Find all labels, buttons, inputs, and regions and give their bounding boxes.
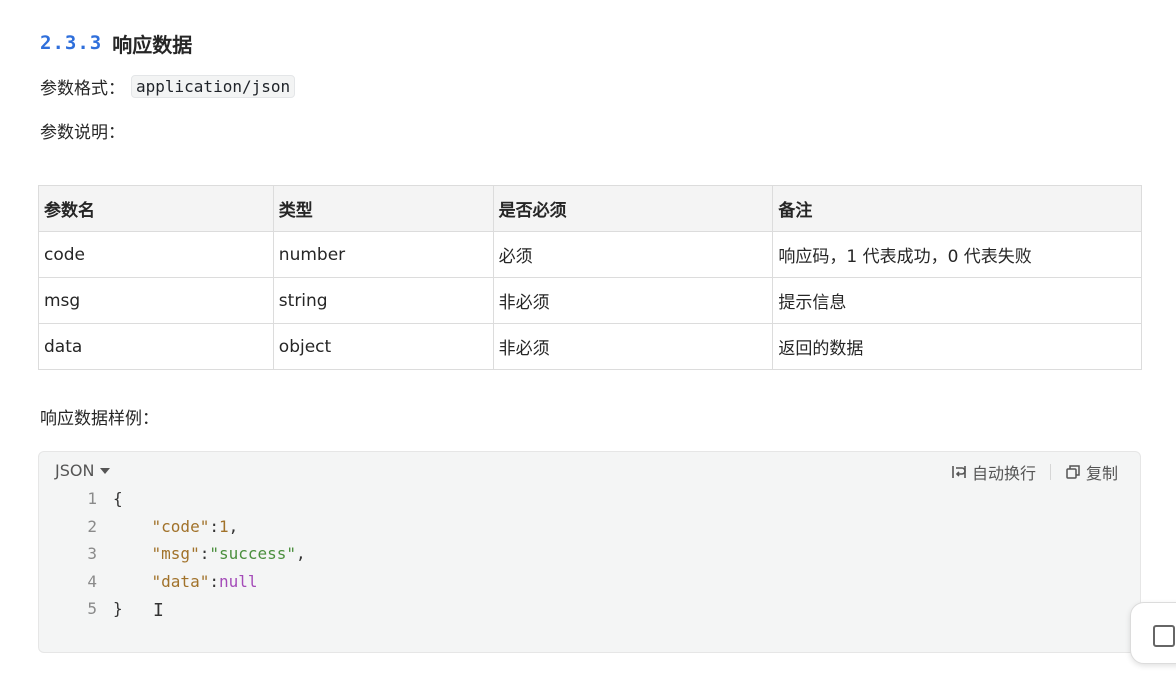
text-cursor-icon: I <box>153 600 164 621</box>
json-key: "msg" <box>151 544 200 564</box>
header-name: 参数名 <box>38 185 274 232</box>
json-value: null <box>218 571 258 591</box>
code-line: 1 { <box>39 485 306 513</box>
code-actions: 自动换行 复制 <box>943 460 1126 484</box>
language-label: JSON <box>55 461 95 480</box>
json-key: "data" <box>151 571 210 591</box>
cell: 提示信息 <box>772 277 1142 324</box>
format-label: 参数格式： <box>40 78 125 99</box>
cell: number <box>272 231 494 278</box>
json-key: "code" <box>151 516 210 536</box>
caret-down-icon <box>100 467 111 474</box>
params-table: 参数名 类型 是否必须 备注 code number 必须 响应码，1 代表成功… <box>38 185 1142 370</box>
param-desc-label: 参数说明： <box>40 122 125 143</box>
cell: 非必须 <box>492 277 774 324</box>
table-header-row: 参数名 类型 是否必须 备注 <box>38 185 1142 232</box>
wrap-label: 自动换行 <box>971 464 1036 483</box>
line-number: 4 <box>87 571 97 591</box>
wrap-icon <box>952 466 966 478</box>
code-lines: 1 { 2 "code":1, 3 "msg": "success", 4 "da… <box>39 485 306 623</box>
json-sep: : <box>209 516 219 536</box>
json-value: 1 <box>218 516 229 536</box>
code-line: 4 "data": null <box>39 568 306 596</box>
language-selector[interactable]: JSON <box>55 461 111 480</box>
json-tail: , <box>296 544 306 564</box>
copy-icon <box>1066 465 1080 479</box>
line-number: 2 <box>87 516 97 536</box>
format-value: application/json <box>131 74 296 98</box>
code-line: 3 "msg": "success", <box>39 540 306 568</box>
json-sep: : <box>199 544 210 564</box>
line-number: 5 <box>87 599 97 619</box>
header-required: 是否必须 <box>492 185 774 232</box>
cell: 非必须 <box>492 323 774 370</box>
wrap-toggle-button[interactable]: 自动换行 <box>943 460 1044 484</box>
cell: data <box>38 323 274 370</box>
code-text: { <box>113 489 123 509</box>
line-number: 3 <box>87 544 97 564</box>
code-text: } <box>113 599 123 619</box>
line-number: 1 <box>87 489 97 509</box>
code-line: 2 "code":1, <box>39 513 306 541</box>
divider <box>1049 464 1051 480</box>
section-number: 2.3.3 <box>40 32 103 54</box>
code-line: 5 } <box>39 595 306 623</box>
widget-icon <box>1153 625 1175 647</box>
cell: 返回的数据 <box>772 323 1142 370</box>
code-block: JSON 自动换行 复制 1 { 2 "code":1, 3 "msg": "… <box>38 451 1141 653</box>
json-sep: : <box>209 571 219 591</box>
floating-widget[interactable] <box>1130 602 1176 664</box>
json-tail: , <box>228 516 239 536</box>
cell: 响应码，1 代表成功，0 代表失败 <box>772 231 1142 278</box>
section-title: 响应数据 <box>112 32 193 57</box>
section-heading: 2.3.3 响应数据 <box>40 28 192 58</box>
table-row: msg string 非必须 提示信息 <box>38 277 1142 324</box>
header-remark: 备注 <box>772 185 1142 232</box>
table-row: code number 必须 响应码，1 代表成功，0 代表失败 <box>38 231 1142 278</box>
cell: msg <box>38 277 274 324</box>
json-value: "success" <box>209 544 297 564</box>
cell: code <box>38 231 274 278</box>
table-row: data object 非必须 返回的数据 <box>38 323 1142 370</box>
copy-button[interactable]: 复制 <box>1057 460 1126 484</box>
copy-label: 复制 <box>1085 464 1118 483</box>
header-type: 类型 <box>272 185 494 232</box>
cell: object <box>272 323 494 370</box>
cell: 必须 <box>492 231 774 278</box>
cell: string <box>272 277 494 324</box>
sample-label: 响应数据样例： <box>40 408 159 429</box>
format-line: 参数格式： application/json <box>40 72 296 100</box>
